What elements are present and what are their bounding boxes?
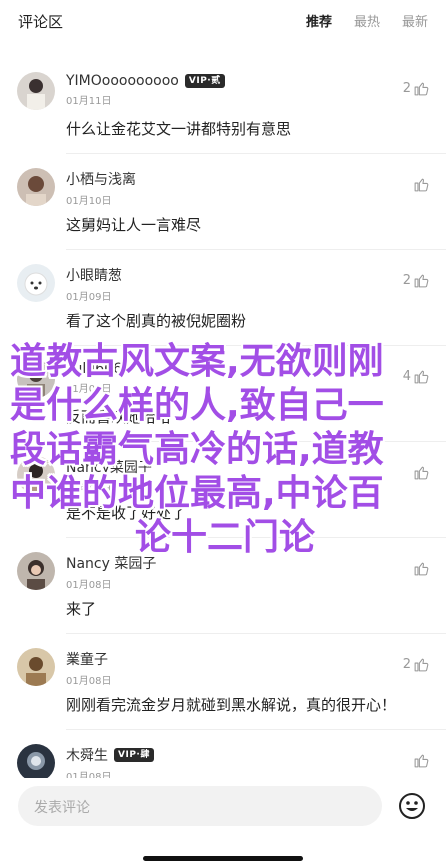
comment-input-bar: 发表评论 xyxy=(0,778,446,868)
comment-text: 什么让金花艾文一讲都特别有意思 xyxy=(66,120,292,138)
comment-date: 01月09日 xyxy=(66,292,112,303)
home-indicator[interactable] xyxy=(143,856,303,861)
avatar[interactable] xyxy=(17,72,55,110)
like-count: 4 xyxy=(402,369,411,384)
username[interactable]: 小眼睛葱 xyxy=(66,265,122,285)
comment-text: 刚刚看完流金岁月就碰到黑水解说，真的很开心！ xyxy=(66,696,397,714)
thumbs-up-icon xyxy=(414,562,429,576)
username[interactable]: Nancy菜园子 xyxy=(66,457,152,477)
vip-badge: VIP·肆 xyxy=(114,748,154,762)
comment-item: 小栖与浅离 01月10日 这舅妈让人一言难尽 xyxy=(17,154,446,250)
vip-badge: VIP·贰 xyxy=(184,74,225,88)
comment-text: 反而喜欢她哈哈 xyxy=(66,408,172,426)
comment-date: 01月10日 xyxy=(66,196,112,207)
like-count: 2 xyxy=(402,273,411,288)
thumbs-up-icon xyxy=(414,466,429,480)
like-button[interactable] xyxy=(411,176,430,193)
comment-item: YIMOooooooooo VIP·贰 01月11日 什么让金花艾文一讲都特别有… xyxy=(17,58,446,154)
comment-item: 小眼睛葱 01月09日 看了这个剧真的被倪妮圈粉 2 xyxy=(17,250,446,346)
tab-recommended[interactable]: 推荐 xyxy=(306,11,332,30)
like-button[interactable]: 2 xyxy=(403,80,430,97)
avatar[interactable] xyxy=(17,456,55,494)
comment-text: 这舅妈让人一言难尽 xyxy=(66,216,202,234)
thumbs-up-icon xyxy=(414,658,429,672)
like-button[interactable] xyxy=(411,464,430,481)
smiley-icon[interactable] xyxy=(397,791,427,821)
like-button[interactable] xyxy=(411,560,430,577)
comment-text: 是不是收了好处了 xyxy=(66,504,187,522)
avatar[interactable] xyxy=(17,264,55,302)
avatar[interactable] xyxy=(17,168,55,206)
comment-date: 01月08日 xyxy=(66,580,112,591)
comment-list: YIMOooooooooo VIP·贰 01月11日 什么让金花艾文一讲都特别有… xyxy=(0,58,446,825)
like-count: 2 xyxy=(402,657,411,672)
comment-input[interactable]: 发表评论 xyxy=(18,786,382,826)
avatar[interactable] xyxy=(17,648,55,686)
username[interactable]: 小栖与浅离 xyxy=(66,169,136,189)
thumbs-up-icon xyxy=(414,178,429,192)
comment-text: 来了 xyxy=(66,600,97,618)
thumbs-up-icon xyxy=(414,82,429,96)
sort-tabs: 推荐 最热 最新 xyxy=(306,11,428,30)
comment-item: Nancy菜园子 01月08日 是不是收了好处了 xyxy=(17,442,446,538)
comment-date: 01月11日 xyxy=(66,96,112,107)
username[interactable]: 業童子 xyxy=(66,649,108,669)
username[interactable]: YIMOooooooooo xyxy=(66,73,179,89)
avatar[interactable] xyxy=(17,552,55,590)
comment-header: 评论区 推荐 最热 最新 xyxy=(0,0,446,44)
comment-item: Lulu666 01月09日 反而喜欢她哈哈 4 xyxy=(17,346,446,442)
page-title: 评论区 xyxy=(18,13,64,31)
like-button[interactable]: 2 xyxy=(403,272,430,289)
username[interactable]: Nancy 菜园子 xyxy=(66,553,156,573)
comment-date: 01月08日 xyxy=(66,676,112,687)
username[interactable]: Lulu666 xyxy=(66,361,122,377)
like-button[interactable] xyxy=(411,752,430,769)
comment-item: Nancy 菜园子 01月08日 来了 xyxy=(17,538,446,634)
like-button[interactable]: 2 xyxy=(403,656,430,673)
tab-newest[interactable]: 最新 xyxy=(402,11,428,30)
comment-text: 看了这个剧真的被倪妮圈粉 xyxy=(66,312,247,330)
comment-date: 01月08日 xyxy=(66,484,112,495)
comment-date: 01月09日 xyxy=(66,384,112,395)
input-placeholder: 发表评论 xyxy=(34,800,90,816)
thumbs-up-icon xyxy=(414,754,429,768)
tab-hottest[interactable]: 最热 xyxy=(354,11,380,30)
like-count: 2 xyxy=(402,81,411,96)
thumbs-up-icon xyxy=(414,274,429,288)
thumbs-up-icon xyxy=(414,370,429,384)
username[interactable]: 木舜生 xyxy=(66,745,108,765)
like-button[interactable]: 4 xyxy=(403,368,430,385)
avatar[interactable] xyxy=(17,360,55,398)
comment-item: 業童子 01月08日 刚刚看完流金岁月就碰到黑水解说，真的很开心！ 2 xyxy=(17,634,446,730)
avatar[interactable] xyxy=(17,744,55,782)
